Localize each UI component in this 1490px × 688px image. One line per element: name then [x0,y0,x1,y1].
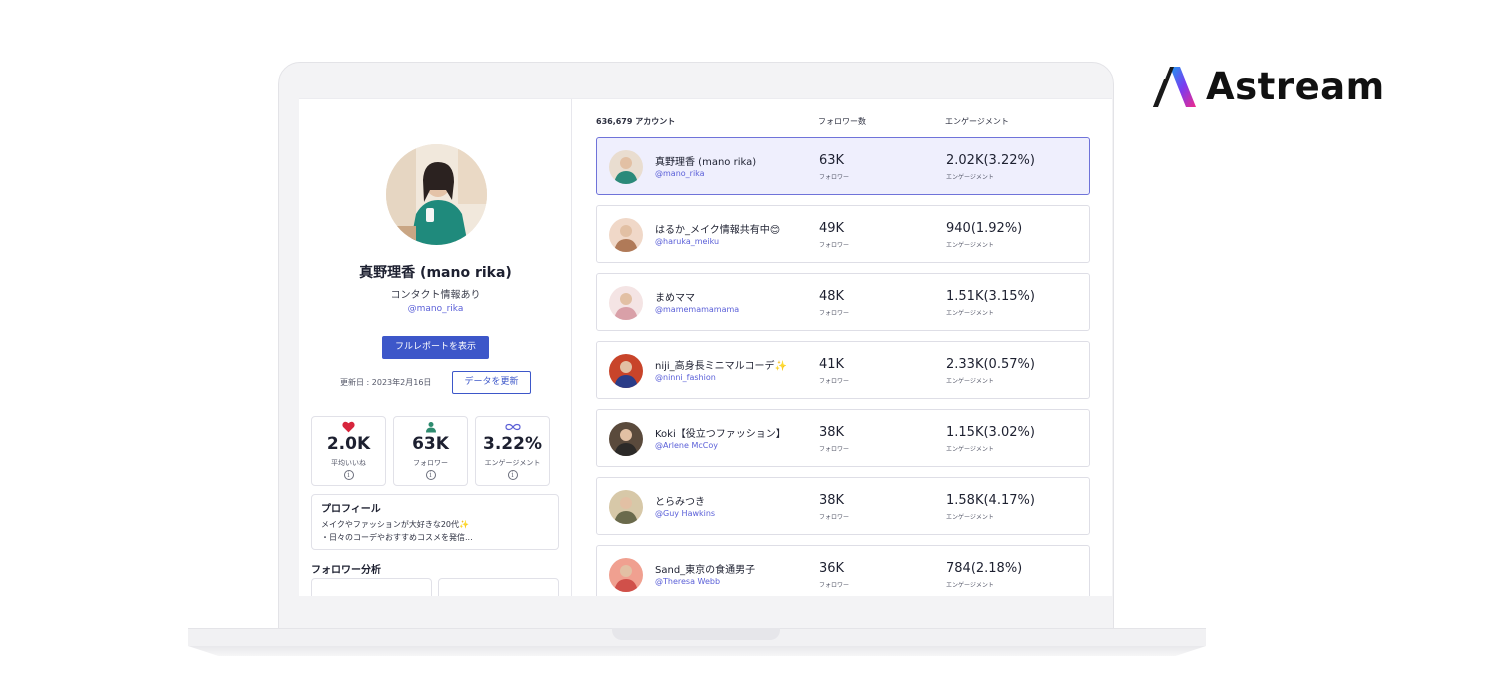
engagement-label: エンゲージメント [946,310,994,317]
engagement-value: 2.33K(0.57%) [946,357,1035,372]
account-handle[interactable]: @Theresa Webb [655,577,720,586]
account-avatar [609,490,643,524]
account-name: 真野理香 (mano rika) [655,157,757,168]
stat-card-engagement: 3.22% エンゲージメント i [475,416,550,486]
engagement-value: 1.15K(3.02%) [946,425,1035,440]
follower-column-header[interactable]: フォロワー数 [818,116,866,127]
profile-name: 真野理香 (mano rika) [359,265,512,281]
account-row[interactable]: niji_高身長ミニマルコーデ✨ @ninni_fashion 41K フォロワー 2.… [596,341,1090,399]
account-row[interactable]: まめママ @mamemamamama 48K フォロワー 1.51K(3.15%) エンゲ… [596,273,1090,331]
engagement-label: エンゲージメント [946,242,994,249]
follower-analysis-title: フォロワー分析 [311,565,381,576]
account-name: Koki【役立つファッション】 [655,429,786,440]
follower-count: 63K [819,153,845,168]
brand-name: Astream [1206,65,1385,108]
account-avatar [609,422,643,456]
account-name: はるか_メイク情報共有中😊 [655,225,781,236]
stat-label: 平均いいね [331,459,366,467]
full-report-button[interactable]: フルレポートを表示 [382,336,489,359]
account-handle[interactable]: @Guy Hawkins [655,509,715,518]
account-avatar [609,286,643,320]
bio-line: ・日々のコーデやおすすめコスメを発信... [321,533,473,542]
follower-label: フォロワー [819,582,850,589]
account-row[interactable]: はるか_メイク情報共有中😊 @haruka_meiku 49K フォロワー 940(1.… [596,205,1090,263]
follower-count: 41K [819,357,845,372]
analysis-card [438,578,559,596]
account-handle[interactable]: @ninni_fashion [655,373,716,382]
account-name: まめママ [655,293,695,304]
info-icon[interactable]: i [343,470,354,480]
infinity-icon [504,423,521,431]
engagement-value: 1.58K(4.17%) [946,493,1035,508]
follower-count: 36K [819,561,845,576]
stat-label: エンゲージメント [484,459,541,467]
account-count-header: 636,679 アカウント [596,117,676,126]
stat-value: 3.22% [483,434,542,454]
account-name: Sand_東京の食通男子 [655,565,756,576]
account-handle[interactable]: @mano_rika [655,169,705,178]
info-icon[interactable]: i [425,470,436,480]
laptop-screen: 真野理香 (mano rika) コンタクト情報あり @mano_rika フル… [299,98,1112,596]
account-row[interactable]: Koki【役立つファッション】 @Arlene McCoy 38K フォロワー 1.15… [596,409,1090,467]
follower-label: フォロワー [819,310,850,317]
follower-count: 38K [819,493,845,508]
laptop-base [188,628,1206,658]
analysis-card [311,578,432,596]
account-avatar [609,150,643,184]
follower-count: 38K [819,425,845,440]
stat-label: フォロワー [413,459,448,467]
astream-logo: Astream [1150,64,1385,110]
engagement-label: エンゲージメント [946,514,994,521]
bio-line: メイクやファッションが大好きな20代✨ [321,520,469,529]
account-avatar [609,354,643,388]
profile-bio-box: プロフィール メイクやファッションが大好きな20代✨ ・日々のコーデやおすすめコ… [311,494,559,550]
profile-panel: 真野理香 (mano rika) コンタクト情報あり @mano_rika フル… [299,99,572,596]
profile-avatar [386,144,487,245]
engagement-label: エンゲージメント [946,174,994,181]
info-icon[interactable]: i [507,470,518,480]
account-handle[interactable]: @mamemamamama [655,305,739,314]
follower-label: フォロワー [819,242,850,249]
account-name: niji_高身長ミニマルコーデ✨ [655,361,787,372]
account-name: とらみつき [655,497,705,508]
stat-value: 2.0K [326,434,371,454]
update-data-button[interactable]: データを更新 [452,371,531,394]
stat-card-followers: 63K フォロワー i [393,416,468,486]
follower-label: フォロワー [819,514,850,521]
profile-handle[interactable]: @mano_rika [299,304,572,314]
engagement-value: 2.02K(3.22%) [946,153,1035,168]
heart-icon [342,421,355,433]
account-list-panel: 636,679 アカウント フォロワー数 エンゲージメント 真野理香 (mano… [572,99,1112,596]
account-avatar [609,218,643,252]
updated-date: 更新日 : 2023年2月16日 [340,378,432,387]
account-handle[interactable]: @haruka_meiku [655,237,719,246]
follower-label: フォロワー [819,174,850,181]
engagement-label: エンゲージメント [946,378,994,385]
engagement-label: エンゲージメント [946,582,994,589]
engagement-value: 784(2.18%) [946,561,1023,576]
account-handle[interactable]: @Arlene McCoy [655,441,718,450]
astream-mark-icon [1153,67,1196,107]
stat-value: 63K [412,434,449,454]
engagement-column-header[interactable]: エンゲージメント [945,116,1009,127]
engagement-value: 1.51K(3.15%) [946,289,1035,304]
account-avatar [609,558,643,592]
follower-count: 49K [819,221,845,236]
engagement-label: エンゲージメント [946,446,994,453]
follower-label: フォロワー [819,378,850,385]
follower-label: フォロワー [819,446,850,453]
account-row[interactable]: 真野理香 (mano rika) @mano_rika 63K フォロワー 2.02K(… [596,137,1090,195]
engagement-value: 940(1.92%) [946,221,1023,236]
contact-info-label: コンタクト情報あり [390,290,481,301]
account-row[interactable]: Sand_東京の食通男子 @Theresa Webb 36K フォロワー 784(2.1… [596,545,1090,596]
bio-title: プロフィール [321,504,381,515]
stat-card-likes: 2.0K 平均いいね i [311,416,386,486]
person-icon [425,422,436,433]
follower-count: 48K [819,289,845,304]
account-row[interactable]: とらみつき @Guy Hawkins 38K フォロワー 1.58K(4.17%) エンゲ… [596,477,1090,535]
